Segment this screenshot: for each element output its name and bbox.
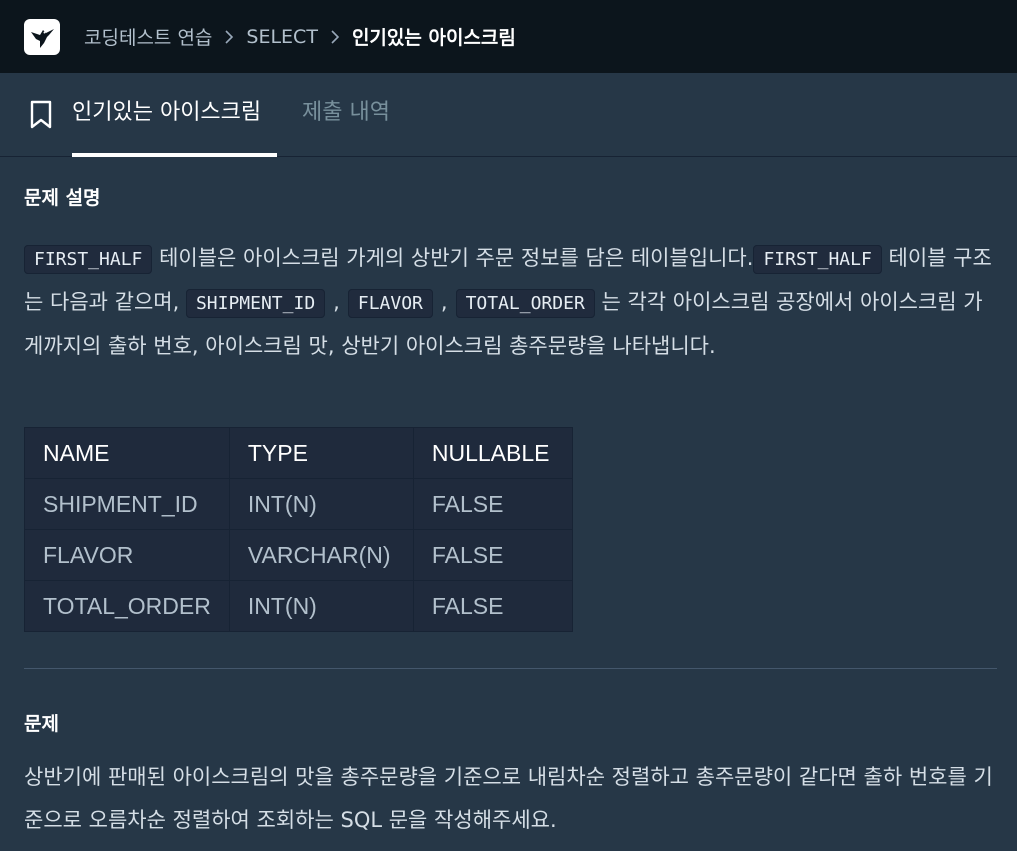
code-first-half: FIRST_HALF xyxy=(24,245,153,274)
problem-text: 상반기에 판매된 아이스크림의 맛을 총주문량을 기준으로 내림차순 정렬하고 … xyxy=(24,765,993,832)
table-cell: FALSE xyxy=(412,478,573,530)
table-cell: INT(N) xyxy=(228,478,414,530)
table-header-row: NAME TYPE NULLABLE xyxy=(24,427,573,479)
code-first-half-2: FIRST_HALF xyxy=(753,245,882,274)
breadcrumb: 코딩테스트 연습 SELECT 인기있는 아이스크림 xyxy=(84,0,516,73)
table-row: TOTAL_ORDER INT(N) FALSE xyxy=(24,580,573,632)
table-cell: SHIPMENT_ID xyxy=(24,478,230,530)
column-header: NAME xyxy=(24,427,230,479)
tab-submissions[interactable]: 제출 내역 xyxy=(302,97,390,129)
column-header: NULLABLE xyxy=(412,427,573,479)
hummingbird-icon xyxy=(31,29,54,48)
table-cell: FALSE xyxy=(412,529,573,581)
problem-title: 문제 xyxy=(24,713,59,735)
breadcrumb-select[interactable]: SELECT xyxy=(246,26,318,48)
code-shipment-id: SHIPMENT_ID xyxy=(185,289,326,318)
description-text-1: 테이블은 아이스크림 가게의 상반기 주문 정보를 담은 테이블입니다. xyxy=(159,246,754,270)
description-text: FIRST_HALF 테이블은 아이스크림 가게의 상반기 주문 정보를 담은 … xyxy=(24,237,999,368)
table-cell: TOTAL_ORDER xyxy=(24,580,230,632)
comma: , xyxy=(440,290,448,314)
breadcrumb-current: 인기있는 아이스크림 xyxy=(351,27,516,49)
table-cell: VARCHAR(N) xyxy=(228,529,414,581)
comma: , xyxy=(333,290,340,314)
table-cell: INT(N) xyxy=(228,580,414,632)
top-bar: 코딩테스트 연습 SELECT 인기있는 아이스크림 xyxy=(0,0,1017,73)
bookmark-icon[interactable] xyxy=(29,100,53,134)
description-title: 문제 설명 xyxy=(24,187,101,209)
active-tab-indicator xyxy=(72,153,277,157)
section-divider xyxy=(24,668,997,669)
column-header: TYPE xyxy=(228,427,414,479)
table-row: FLAVOR VARCHAR(N) FALSE xyxy=(24,529,573,581)
chevron-right-icon xyxy=(330,29,340,45)
table-row: SHIPMENT_ID INT(N) FALSE xyxy=(24,478,573,530)
schema-table: NAME TYPE NULLABLE SHIPMENT_ID INT(N) FA… xyxy=(24,427,573,632)
tab-problem[interactable]: 인기있는 아이스크림 xyxy=(72,97,261,129)
breadcrumb-coding-test[interactable]: 코딩테스트 연습 xyxy=(84,23,212,50)
logo-icon[interactable] xyxy=(24,19,60,55)
code-total-order: TOTAL_ORDER xyxy=(455,289,595,318)
chevron-right-icon xyxy=(224,29,234,45)
tab-bar: 인기있는 아이스크림 제출 내역 xyxy=(0,73,1017,157)
code-flavor: FLAVOR xyxy=(347,289,433,318)
table-cell: FALSE xyxy=(412,580,573,632)
table-cell: FLAVOR xyxy=(24,529,230,581)
